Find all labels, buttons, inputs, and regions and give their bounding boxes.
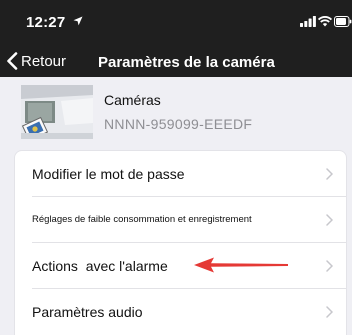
signal-bars-icon	[300, 16, 316, 27]
chevron-right-icon	[326, 214, 333, 226]
camera-name: Caméras	[104, 92, 161, 108]
wifi-icon	[318, 16, 332, 27]
camera-id: NNNN-959099-EEEDF	[104, 116, 253, 132]
change-password-row[interactable]: Modifier le mot de passe	[15, 151, 346, 196]
low-power-recording-row[interactable]: Réglages de faible consommation et enreg…	[15, 197, 346, 242]
chevron-right-icon	[326, 260, 333, 272]
low-power-recording-label: Réglages de faible consommation et enreg…	[32, 214, 252, 225]
back-button[interactable]: Retour	[6, 51, 66, 71]
battery-icon	[334, 16, 352, 27]
audio-settings-label: Paramètres audio	[32, 303, 143, 320]
alarm-actions-row[interactable]: Actions avec l'alarme	[15, 243, 346, 288]
chevron-right-icon	[326, 306, 333, 318]
camera-preview-image	[21, 85, 93, 139]
back-label: Retour	[21, 52, 67, 70]
status-time: 12:27	[26, 14, 66, 31]
settings-list: Modifier le mot de passe Réglages de fai…	[14, 150, 347, 335]
change-password-label: Modifier le mot de passe	[32, 165, 185, 182]
chevron-right-icon	[326, 168, 333, 180]
alarm-actions-label: Actions avec l'alarme	[32, 257, 168, 274]
status-bar: 12:27	[0, 0, 352, 40]
camera-thumbnail	[21, 85, 93, 139]
location-arrow-icon	[73, 16, 83, 26]
page-title: Paramètres de la caméra	[98, 54, 275, 71]
audio-settings-row[interactable]: Paramètres audio	[15, 289, 346, 334]
navigation-bar: Retour Paramètres de la caméra	[0, 44, 352, 77]
annotation-arrow-icon	[194, 257, 288, 273]
top-bar: 12:27 Retour Paramètres de la caméra	[0, 0, 352, 77]
chevron-left-icon	[7, 52, 18, 70]
